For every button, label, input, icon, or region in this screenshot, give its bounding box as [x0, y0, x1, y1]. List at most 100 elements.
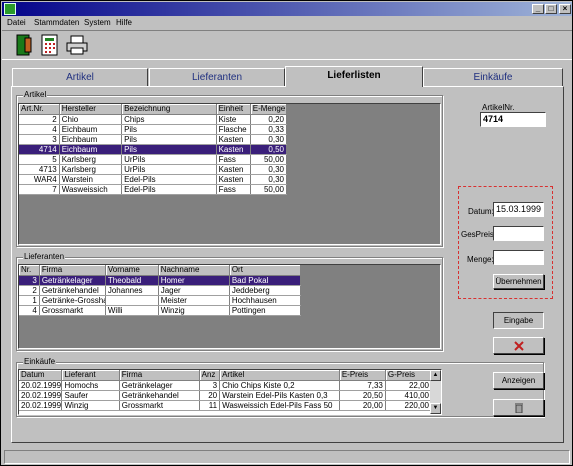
column-header[interactable]: Anz — [199, 370, 221, 381]
eingabe-button[interactable]: Eingabe — [493, 312, 544, 329]
table-cell: 2 — [19, 114, 60, 125]
table-cell: Bad Pokal — [229, 275, 302, 286]
table-cell: 20.02.1999 — [19, 390, 63, 401]
menu-stammdaten[interactable]: Stammdaten — [34, 18, 79, 27]
column-header[interactable]: Nachname — [158, 265, 230, 276]
menu-system[interactable]: System — [84, 18, 111, 27]
table-cell: WAR4 — [19, 174, 60, 185]
close-button[interactable]: × — [559, 4, 571, 14]
printer-icon[interactable] — [65, 33, 89, 57]
delete-button[interactable] — [493, 337, 544, 354]
exit-door-icon[interactable] — [12, 33, 36, 57]
column-header[interactable]: Art.Nr. — [19, 104, 60, 115]
menge-field[interactable] — [493, 250, 544, 265]
table-row[interactable]: 4 Grossmarkt Willi Winzig Pottingen — [19, 305, 302, 316]
table-cell: Kasten — [216, 144, 251, 155]
einkaeufe-grid[interactable]: Datum Lieferant Firma Anz Artikel E-Preis G-Pr… — [18, 369, 442, 415]
table-cell: Kasten — [216, 134, 251, 145]
column-header[interactable]: Einheit — [216, 104, 251, 115]
table-cell: Meister — [158, 295, 230, 306]
column-header[interactable]: Vorname — [105, 265, 159, 276]
table-cell: Warstein — [59, 174, 123, 185]
uebernehmen-button[interactable]: Übernehmen — [493, 274, 544, 289]
minimize-button[interactable]: _ — [532, 4, 544, 14]
table-cell: Kasten — [216, 164, 251, 175]
table-cell: Pottingen — [229, 305, 302, 316]
column-header[interactable]: Firma — [39, 265, 106, 276]
table-cell: Karlsberg — [59, 164, 123, 175]
table-row[interactable]: 20.02.1999 Saufer Getränkehandel 20 Warstein… — [19, 390, 433, 401]
table-row[interactable]: 3 Getränkelager Theobald Homer Bad Pokal — [19, 275, 302, 286]
column-header[interactable]: Nr. — [19, 265, 40, 276]
artikel-grid[interactable]: Art.Nr. Hersteller Bezeichnung Einheit E-Men… — [18, 103, 441, 245]
column-header[interactable]: Datum — [19, 370, 63, 381]
table-cell: Kasten — [216, 174, 251, 185]
table-cell: 4 — [19, 124, 60, 135]
table-row[interactable]: 7 Wasweissich Edel-Pils Fass 50,00 — [19, 184, 288, 195]
table-cell: Chio Chips Kiste 0,2 — [219, 380, 340, 391]
tab-lieferlisten[interactable]: Lieferlisten — [285, 66, 423, 87]
gespreis-field[interactable] — [493, 226, 544, 241]
calculator-icon[interactable] — [38, 33, 62, 57]
table-cell: Karlsberg — [59, 154, 123, 165]
table-cell: Pils — [121, 134, 217, 145]
column-header[interactable]: Hersteller — [59, 104, 123, 115]
column-header[interactable]: E-Menge — [250, 104, 288, 115]
table-row[interactable]: 2 Getränkehandel Johannes Jager Jeddeberg — [19, 285, 302, 296]
artikel-group-label: Artikel — [23, 90, 48, 99]
column-header[interactable]: E-Preis — [339, 370, 386, 381]
table-cell: Grossmarkt — [39, 305, 106, 316]
table-cell: 0,30 — [250, 164, 288, 175]
scroll-down-icon[interactable]: ▼ — [430, 403, 441, 414]
table-cell: Getränkelager — [119, 380, 200, 391]
column-header[interactable]: Firma — [119, 370, 200, 381]
anzeigen-button[interactable]: Anzeigen — [493, 372, 544, 389]
table-row[interactable]: 20.02.1999 Homochs Getränkelager 3 Chio Chip… — [19, 380, 433, 391]
table-row[interactable]: 3 Eichbaum Pils Kasten 0,30 — [19, 134, 288, 145]
table-row[interactable]: 4714 Eichbaum Pils Kasten 0,50 — [19, 144, 288, 155]
lieferanten-grid[interactable]: Nr. Firma Vorname Nachname Ort 3 Getränkelager… — [18, 264, 441, 349]
app-icon[interactable] — [4, 3, 16, 15]
table-cell: Eichbaum — [59, 144, 123, 155]
table-row[interactable]: 4 Eichbaum Pils Flasche 0,33 — [19, 124, 288, 135]
tab-lieferanten[interactable]: Lieferanten — [149, 68, 285, 87]
artikel-table[interactable]: Art.Nr. Hersteller Bezeichnung Einheit E-Men… — [19, 104, 288, 195]
menge-label: Menge: — [467, 255, 494, 264]
table-cell: Eichbaum — [59, 134, 123, 145]
table-row[interactable]: WAR4 Warstein Edel-Pils Kasten 0,30 — [19, 174, 288, 185]
table-cell: Wasweissich — [59, 184, 123, 195]
datum-label: Datum: — [468, 207, 494, 216]
table-cell: 20,00 — [339, 400, 386, 411]
column-header[interactable]: G-Preis — [385, 370, 433, 381]
table-cell: Homer — [158, 275, 230, 286]
column-header[interactable]: Ort — [229, 265, 302, 276]
table-row[interactable]: 2 Chio Chips Kiste 0,20 — [19, 114, 288, 125]
lieferanten-table[interactable]: Nr. Firma Vorname Nachname Ort 3 Getränkelager… — [19, 265, 302, 316]
einkaeufe-group-label: Einkäufe — [23, 357, 57, 366]
column-header[interactable]: Lieferant — [61, 370, 120, 381]
table-cell: 4714 — [19, 144, 60, 155]
scroll-up-icon[interactable]: ▲ — [430, 370, 441, 381]
tab-artikel[interactable]: Artikel — [12, 68, 148, 87]
tab-einkaeufe[interactable]: Einkäufe — [423, 68, 563, 87]
table-cell: 0,30 — [250, 134, 288, 145]
title-bar[interactable]: _ □ × — [2, 2, 572, 16]
menu-hilfe[interactable]: Hilfe — [116, 18, 132, 27]
menu-datei[interactable]: Datei — [7, 18, 26, 27]
maximize-button[interactable]: □ — [545, 4, 557, 14]
table-row[interactable]: 5 Karlsberg UrPils Fass 50,00 — [19, 154, 288, 165]
datum-field[interactable]: 15.03.1999 — [493, 202, 544, 217]
table-cell: 4 — [19, 305, 40, 316]
table-row[interactable]: 20.02.1999 Winzig Grossmarkt 11 Wasweissich … — [19, 400, 433, 411]
trash-button[interactable] — [493, 399, 544, 416]
table-cell: 2 — [19, 285, 40, 296]
einkaeufe-scrollbar[interactable]: ▲ ▼ — [430, 370, 441, 414]
einkaeufe-table[interactable]: Datum Lieferant Firma Anz Artikel E-Preis G-Pr… — [19, 370, 433, 411]
column-header[interactable]: Bezeichnung — [121, 104, 217, 115]
artnr-field[interactable]: 4714 — [480, 112, 546, 127]
status-bar — [4, 450, 570, 464]
table-cell: 3 — [19, 275, 40, 286]
column-header[interactable]: Artikel — [219, 370, 340, 381]
table-row[interactable]: 1 Getränke-Grosshar Meister Hochhausen — [19, 295, 302, 306]
table-row[interactable]: 4713 Karlsberg UrPils Kasten 0,30 — [19, 164, 288, 175]
